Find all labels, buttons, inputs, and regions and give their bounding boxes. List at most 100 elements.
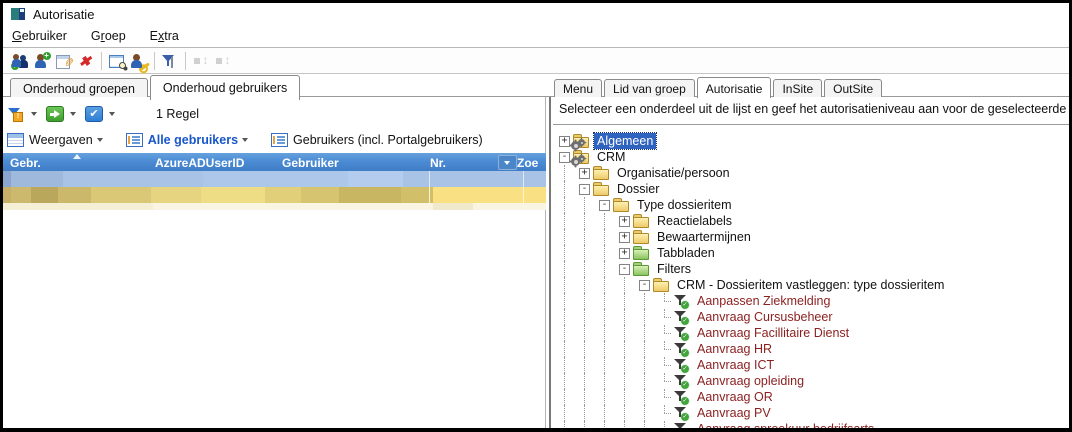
tree-item[interactable]: -Dossier bbox=[559, 181, 1069, 197]
tree-item[interactable]: ✓Aanvraag HR bbox=[559, 341, 1069, 357]
tree-item[interactable]: ✓Aanvraag spreekuur bedrijfsarts bbox=[559, 421, 1069, 428]
filter-check-icon: ✓ bbox=[673, 342, 690, 356]
alt-view-label[interactable]: Gebruikers (incl. Portalgebruikers) bbox=[293, 133, 483, 147]
user-key-button[interactable] bbox=[128, 50, 150, 71]
expand-icon[interactable]: + bbox=[559, 136, 570, 147]
views-dropdown-caret[interactable] bbox=[97, 138, 103, 142]
views-label[interactable]: Weergaven bbox=[29, 133, 93, 147]
active-view-label[interactable]: Alle gebruikers bbox=[148, 133, 238, 147]
collapse-icon[interactable]: - bbox=[599, 200, 610, 211]
tree-item[interactable]: +Organisatie/persoon bbox=[559, 165, 1069, 181]
tree-item[interactable]: +Tabbladen bbox=[559, 245, 1069, 261]
folder-icon bbox=[593, 182, 610, 196]
column-header-gebruiker[interactable]: Gebruiker bbox=[282, 156, 339, 170]
forward-icon[interactable] bbox=[46, 106, 64, 122]
grid-row-redacted[interactable] bbox=[3, 171, 546, 187]
tree-guide-line bbox=[599, 341, 619, 357]
column-header-azureaduserid[interactable]: AzureADUserID bbox=[155, 156, 244, 170]
tree-guide-line bbox=[619, 325, 639, 341]
menu-bar: GebruikerGroepExtra bbox=[3, 26, 1069, 48]
folder-icon bbox=[653, 278, 670, 292]
tree-item[interactable]: ✓Aanvraag Cursusbeheer bbox=[559, 309, 1069, 325]
tree-item[interactable]: ✓Aanpassen Ziekmelding bbox=[559, 293, 1069, 309]
tree-item[interactable]: +Bewaartermijnen bbox=[559, 229, 1069, 245]
tree-item[interactable]: -CRM bbox=[559, 149, 1069, 165]
tab-outsite[interactable]: OutSite bbox=[824, 79, 882, 97]
add-group-button[interactable]: + bbox=[9, 50, 31, 71]
checkbox-checked-icon[interactable]: ✔ bbox=[85, 106, 103, 122]
collapse-icon[interactable]: - bbox=[639, 280, 650, 291]
panel-splitter[interactable] bbox=[546, 97, 553, 428]
grid-header[interactable]: Gebr. AzureADUserID Gebruiker Nr. Zoe bbox=[3, 153, 546, 172]
column-filter-button[interactable] bbox=[498, 155, 517, 170]
active-view-dropdown-caret[interactable] bbox=[242, 138, 248, 142]
tree-item[interactable]: ✓Aanvraag PV bbox=[559, 405, 1069, 421]
collapse-icon[interactable]: - bbox=[579, 184, 590, 195]
filter-check-icon: ✓ bbox=[673, 374, 690, 388]
sort-adjust-button[interactable] bbox=[212, 50, 234, 71]
tab-onderhoud-gebruikers[interactable]: Onderhoud gebruikers bbox=[150, 75, 300, 100]
record-count: 1 Regel bbox=[156, 107, 199, 121]
collapse-icon[interactable]: - bbox=[619, 264, 630, 275]
tab-autorisatie[interactable]: Autorisatie bbox=[697, 77, 772, 98]
tree-item-label: Aanpassen Ziekmelding bbox=[694, 293, 833, 309]
tree-guide-line bbox=[599, 293, 619, 309]
menu-groep[interactable]: Groep bbox=[79, 26, 138, 43]
tree-item[interactable]: ✓Aanvraag ICT bbox=[559, 357, 1069, 373]
tree-guide-line bbox=[559, 277, 579, 293]
module-folder-icon bbox=[573, 150, 590, 164]
filter-warning-icon[interactable] bbox=[7, 106, 25, 122]
tree-item[interactable]: ✓Aanvraag OR bbox=[559, 389, 1069, 405]
menu-extra[interactable]: Extra bbox=[138, 26, 191, 43]
tree-item[interactable]: ✓Aanvraag Facillitaire Dienst bbox=[559, 325, 1069, 341]
tree-guide-line bbox=[599, 373, 619, 389]
tree-guide-line bbox=[579, 261, 599, 277]
tree-item[interactable]: +Reactielabels bbox=[559, 213, 1069, 229]
tab-lid-van-groep[interactable]: Lid van groep bbox=[604, 79, 695, 97]
column-header-zoe[interactable]: Zoe bbox=[517, 156, 538, 170]
tab-insite[interactable]: InSite bbox=[773, 79, 822, 97]
filter-check-icon: ✓ bbox=[673, 326, 690, 340]
filter-lines-button[interactable] bbox=[159, 50, 181, 71]
column-header-gebr[interactable]: Gebr. bbox=[10, 156, 41, 170]
tree-guide-line bbox=[619, 389, 639, 405]
sort-adjust-icon bbox=[215, 53, 232, 69]
tree-item[interactable]: - Filters bbox=[559, 261, 1069, 277]
tree-guide-line bbox=[619, 293, 639, 309]
tree-guide-line bbox=[599, 261, 619, 277]
tab-onderhoud-groepen[interactable]: Onderhoud groepen bbox=[10, 78, 148, 99]
tree-item-label: Aanvraag opleiding bbox=[694, 373, 807, 389]
tree-guide-line bbox=[599, 421, 619, 428]
add-user-button[interactable]: + bbox=[31, 50, 53, 71]
expand-icon[interactable]: + bbox=[619, 232, 630, 243]
expand-icon[interactable]: + bbox=[619, 248, 630, 259]
menu-gebruiker[interactable]: Gebruiker bbox=[3, 26, 79, 43]
tree-item-label: Aanvraag ICT bbox=[694, 357, 777, 373]
tree-guide-line bbox=[619, 341, 639, 357]
tree-item-label: Filters bbox=[654, 261, 694, 277]
expand-icon[interactable]: + bbox=[619, 216, 630, 227]
view-details-button[interactable] bbox=[106, 50, 128, 71]
column-header-nr[interactable]: Nr. bbox=[430, 156, 446, 170]
alt-view-icon bbox=[271, 133, 288, 147]
tree-guide-line bbox=[579, 357, 599, 373]
sort-adjust-button[interactable] bbox=[190, 50, 212, 71]
filter-dropdown-caret[interactable] bbox=[31, 112, 37, 116]
collapse-icon[interactable]: - bbox=[559, 152, 570, 163]
tree-guide-line bbox=[559, 341, 579, 357]
tab-menu[interactable]: Menu bbox=[554, 79, 602, 97]
sort-ascending-icon bbox=[73, 154, 81, 159]
tree-item[interactable]: -CRM - Dossieritem vastleggen: type doss… bbox=[559, 277, 1069, 293]
tree-item[interactable]: -Type dossieritem bbox=[559, 197, 1069, 213]
checkbox-dropdown-caret[interactable] bbox=[109, 112, 115, 116]
tree-item[interactable]: ✓ Aanvraag opleiding bbox=[559, 373, 1069, 389]
tree-guide-line bbox=[579, 341, 599, 357]
expand-icon[interactable]: + bbox=[579, 168, 590, 179]
grid-row-selected-redacted[interactable] bbox=[3, 187, 546, 203]
forward-dropdown-caret[interactable] bbox=[70, 112, 76, 116]
delete-user-button[interactable] bbox=[75, 50, 97, 71]
tree-item-label: Aanvraag PV bbox=[694, 405, 774, 421]
edit-user-button[interactable] bbox=[53, 50, 75, 71]
tree-guide-line bbox=[599, 325, 619, 341]
tree-item[interactable]: +Algemeen bbox=[559, 133, 1069, 149]
